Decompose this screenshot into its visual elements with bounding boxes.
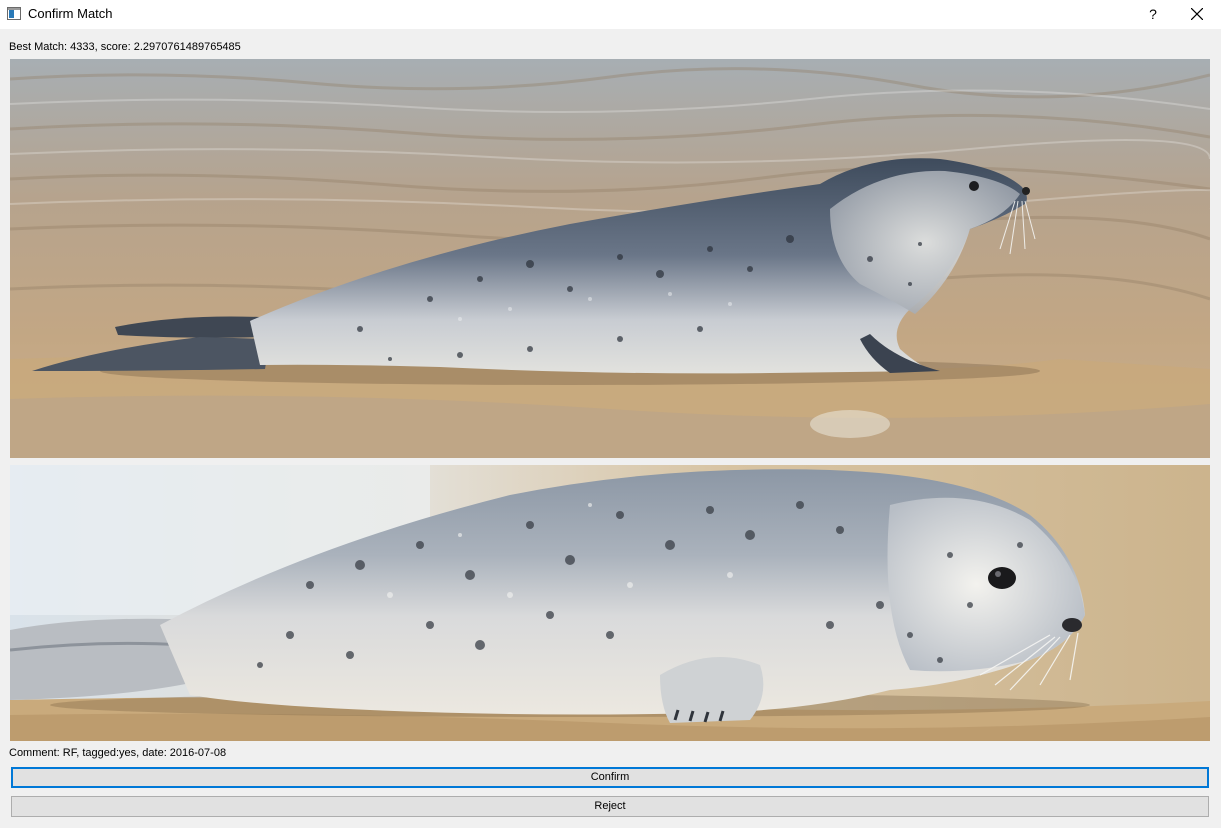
title-bar: Confirm Match ? <box>0 0 1221 29</box>
close-button[interactable] <box>1178 0 1216 29</box>
app-window-icon <box>7 7 21 20</box>
reject-button[interactable]: Reject <box>11 796 1209 817</box>
query-seal-photo <box>10 59 1210 458</box>
window-title: Confirm Match <box>28 6 113 21</box>
help-button[interactable]: ? <box>1135 0 1171 29</box>
candidate-seal-photo <box>10 465 1210 741</box>
close-icon <box>1191 8 1203 20</box>
confirm-button[interactable]: Confirm <box>11 767 1209 788</box>
best-match-label: Best Match: 4333, score: 2.2970761489765… <box>9 41 241 53</box>
comment-label: Comment: RF, tagged:yes, date: 2016-07-0… <box>9 747 227 759</box>
